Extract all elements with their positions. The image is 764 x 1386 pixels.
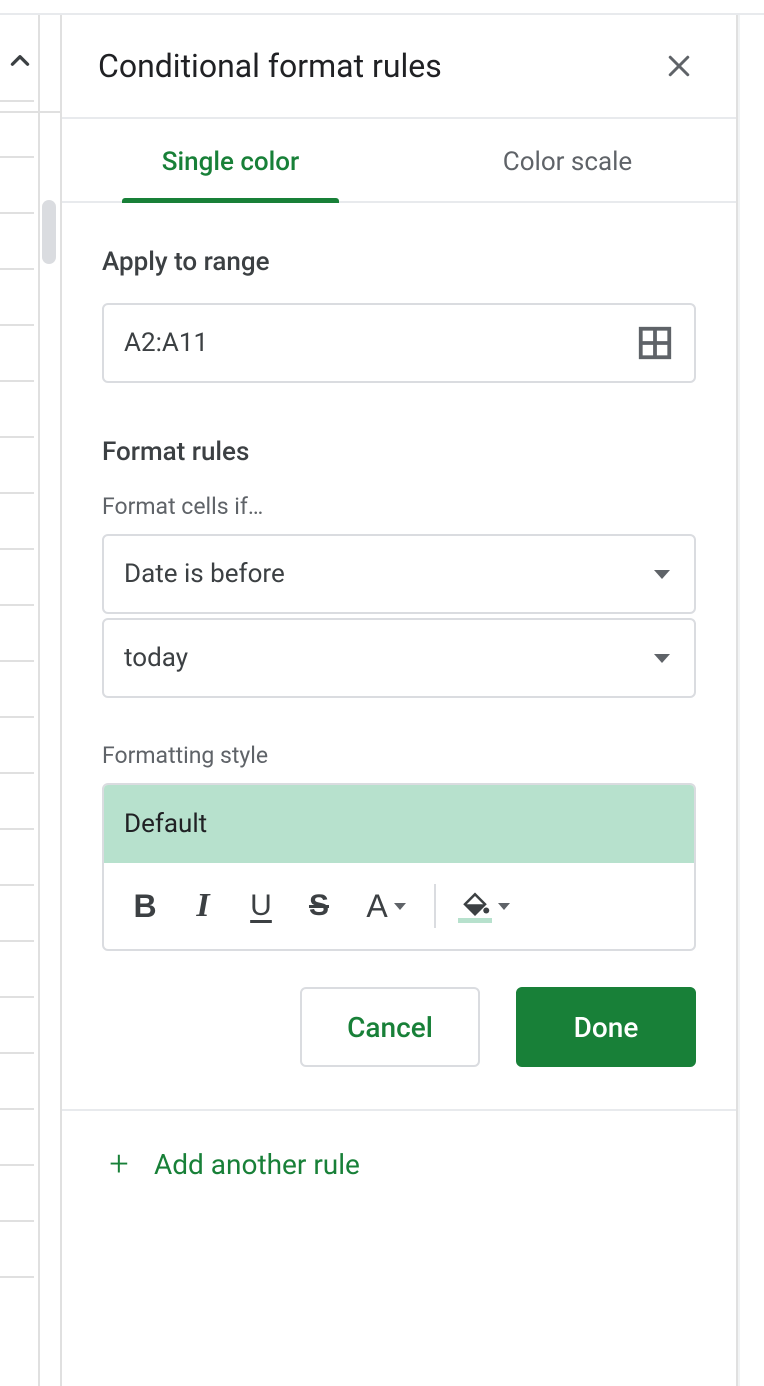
- formatting-style-label: Formatting style: [102, 742, 696, 769]
- spreadsheet-corner: [0, 15, 60, 113]
- cancel-button[interactable]: Cancel: [300, 987, 480, 1067]
- tab-color-scale[interactable]: Color scale: [399, 119, 736, 201]
- condition-value: Date is before: [124, 559, 654, 589]
- tab-single-color[interactable]: Single color: [62, 119, 399, 201]
- toolbar-divider: [434, 884, 436, 928]
- range-value: A2:A11: [124, 328, 636, 358]
- strikethrough-button[interactable]: S: [292, 879, 346, 933]
- fill-color-button[interactable]: [448, 879, 520, 933]
- dropdown-caret-icon: [654, 570, 670, 579]
- add-another-rule-button[interactable]: + Add another rule: [102, 1147, 696, 1181]
- chevron-up-icon[interactable]: [6, 47, 34, 75]
- italic-button[interactable]: I: [176, 879, 230, 933]
- paint-bucket-icon: [460, 890, 490, 916]
- caret-down-icon: [498, 903, 510, 910]
- select-range-icon[interactable]: [636, 324, 674, 362]
- underline-button[interactable]: U: [234, 879, 288, 933]
- right-gutter: [738, 15, 764, 1386]
- row-headers: [0, 100, 34, 1386]
- caret-down-icon: [394, 903, 406, 910]
- bold-button[interactable]: B: [118, 879, 172, 933]
- conditional-format-panel: Conditional format rules Single color Co…: [60, 15, 738, 1386]
- plus-icon: +: [102, 1147, 136, 1181]
- condition-select[interactable]: Date is before: [102, 534, 696, 614]
- add-rule-label: Add another rule: [154, 1148, 360, 1181]
- scrollbar-thumb[interactable]: [42, 200, 56, 264]
- style-preview[interactable]: Default: [104, 785, 694, 863]
- text-color-button[interactable]: A: [350, 879, 422, 933]
- condition-arg-value: today: [124, 643, 654, 673]
- range-input[interactable]: A2:A11: [102, 303, 696, 383]
- close-button[interactable]: [658, 45, 700, 87]
- dropdown-caret-icon: [654, 654, 670, 663]
- formatting-style-block: Default B I U S A: [102, 783, 696, 951]
- apply-to-range-title: Apply to range: [102, 247, 696, 277]
- format-rules-title: Format rules: [102, 437, 696, 467]
- done-button[interactable]: Done: [516, 987, 696, 1067]
- style-toolbar: B I U S A: [104, 863, 694, 949]
- panel-title: Conditional format rules: [98, 47, 442, 85]
- tab-bar: Single color Color scale: [62, 119, 736, 203]
- format-cells-if-label: Format cells if…: [102, 493, 696, 520]
- condition-arg-select[interactable]: today: [102, 618, 696, 698]
